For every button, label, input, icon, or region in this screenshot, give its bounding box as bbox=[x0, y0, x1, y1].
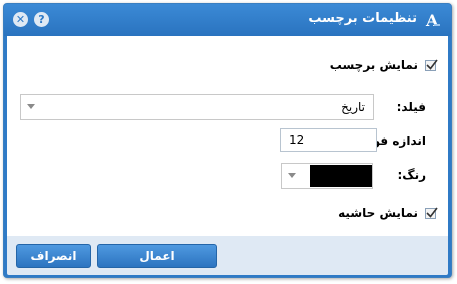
checkmark-icon bbox=[426, 59, 438, 70]
chevron-down-icon[interactable] bbox=[288, 173, 296, 178]
show-label-text: نمایش برچسب bbox=[329, 58, 418, 72]
svg-text:A: A bbox=[425, 11, 439, 29]
field-select-value: تاریخ bbox=[341, 100, 365, 114]
color-label: رنگ: bbox=[397, 168, 427, 182]
dialog-body: نمایش برچسب فیلد: تاریخ اندازه فونت: رنگ… bbox=[7, 36, 448, 236]
close-icon[interactable]: ✕ bbox=[13, 12, 28, 27]
dialog-footer: اعمال انصراف bbox=[7, 236, 448, 275]
apply-button[interactable]: اعمال bbox=[97, 244, 217, 268]
show-label-checkbox[interactable] bbox=[425, 59, 438, 71]
field-select[interactable]: تاریخ bbox=[20, 94, 374, 120]
help-icon[interactable]: ? bbox=[34, 12, 49, 27]
label-a-icon: A bbox=[425, 11, 440, 29]
checkmark-icon bbox=[426, 207, 438, 218]
dialog-titlebar[interactable]: ✕ ? تنظیمات برچسب A bbox=[4, 4, 451, 36]
color-picker[interactable] bbox=[281, 163, 373, 189]
cancel-button[interactable]: انصراف bbox=[16, 244, 91, 268]
chevron-down-icon[interactable] bbox=[27, 104, 35, 109]
font-size-input[interactable] bbox=[280, 128, 377, 152]
dialog-title: تنظیمات برچسب bbox=[308, 11, 417, 26]
show-border-checkbox[interactable] bbox=[425, 207, 438, 219]
label-settings-dialog: ✕ ? تنظیمات برچسب A نمایش برچسب فیلد: تا… bbox=[3, 3, 452, 278]
color-swatch[interactable] bbox=[310, 165, 372, 187]
field-label: فیلد: bbox=[396, 100, 426, 114]
show-border-text: نمایش حاشیه bbox=[338, 206, 418, 220]
